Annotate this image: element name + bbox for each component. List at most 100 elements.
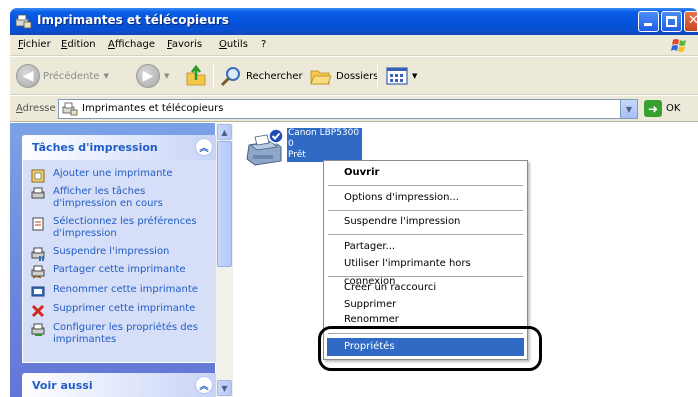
forward-arrow-icon: ▶ [136, 64, 160, 88]
preferences-icon [32, 217, 44, 231]
chevron-up-icon: ▲ [221, 127, 228, 137]
back-arrow-icon: ◀ [16, 64, 40, 88]
menu-rename[interactable]: Renommer [327, 313, 524, 325]
properties-icon [31, 323, 45, 336]
printer-label: Canon LBP5300 0 Prêt [287, 128, 363, 162]
forward-button[interactable]: ▶ ▼ [136, 62, 169, 90]
share-printer-icon [31, 265, 45, 279]
highlight-callout [318, 326, 542, 371]
menu-separator [328, 276, 523, 277]
scroll-thumb[interactable] [217, 141, 232, 267]
scroll-up-button[interactable]: ▲ [217, 124, 232, 140]
menu-affichage[interactable]: Affichage [108, 39, 155, 50]
task-label: Suspendre l'impression [53, 246, 170, 257]
maximize-icon [666, 16, 677, 27]
menu-separator [328, 210, 523, 211]
menu-edition[interactable]: Edition [61, 39, 96, 50]
menu-fichier[interactable]: Fichier [18, 39, 51, 50]
task-label: Configurer les propriétés des imprimante… [53, 322, 198, 345]
print-tasks-header[interactable]: Tâches d'impression ︽ [22, 135, 221, 160]
views-icon [386, 67, 408, 85]
folders-icon [310, 70, 332, 85]
task-label: Partager cette imprimante [53, 264, 186, 275]
print-tasks-title: Tâches d'impression [32, 141, 158, 154]
see-also-header[interactable]: Voir aussi ︽ [22, 373, 221, 397]
view-print-jobs-icon [31, 187, 45, 199]
menu-help[interactable]: ? [261, 39, 266, 50]
task-pane: Tâches d'impression ︽ Ajouter une imprim… [10, 123, 221, 397]
printer-name: Canon LBP5300 [288, 128, 360, 138]
print-tasks-panel: Ajouter une imprimante Afficher les tâch… [22, 160, 221, 363]
menu-favoris[interactable]: Favoris [167, 39, 202, 50]
task-label: Supprimer cette imprimante [53, 303, 196, 314]
menu-outils[interactable]: Outils [219, 39, 248, 50]
address-field[interactable]: Imprimantes et télécopieurs ▼ [58, 99, 638, 119]
task-share-printer[interactable]: Partager cette imprimante [31, 264, 203, 279]
menu-delete[interactable]: Supprimer [327, 296, 524, 314]
minimize-button[interactable] [638, 11, 659, 32]
address-label: Adresse [16, 103, 56, 114]
delete-icon [31, 304, 45, 318]
task-view-jobs[interactable]: Afficher les tâches d'impression en cour… [31, 186, 203, 210]
add-printer-icon [31, 169, 45, 183]
search-icon [220, 67, 240, 87]
back-dropdown-icon[interactable]: ▼ [103, 72, 108, 80]
chevron-down-icon: ▼ [221, 383, 228, 393]
task-label: Ajouter une imprimante [53, 168, 173, 179]
title-bar[interactable]: Imprimantes et télécopieurs ✕ [10, 8, 698, 35]
folders-label: Dossiers [336, 70, 379, 82]
address-value: Imprimantes et télécopieurs [82, 103, 224, 114]
menu-share[interactable]: Partager... [327, 238, 524, 256]
rename-printer-icon [31, 286, 45, 297]
address-bar: Adresse Imprimantes et télécopieurs ▼ ➜ … [10, 96, 698, 122]
collapse-chevron-icon[interactable]: ︽ [195, 376, 213, 394]
task-label: Afficher les tâches d'impression en cour… [53, 186, 163, 209]
views-button[interactable]: ▼ [386, 62, 417, 90]
menu-pause-printing[interactable]: Suspendre l'impression [327, 213, 524, 231]
printer-icon [246, 128, 284, 166]
menu-open[interactable]: Ouvrir [327, 164, 524, 182]
search-button[interactable]: Rechercher [219, 62, 303, 90]
go-label[interactable]: OK [666, 103, 680, 114]
toolbar-separator [377, 64, 378, 88]
maximize-button[interactable] [661, 11, 682, 32]
windows-logo-icon [671, 39, 686, 52]
task-label: Sélectionnez les préférences d'impressio… [53, 216, 197, 239]
window-title: Imprimantes et télécopieurs [37, 13, 229, 27]
up-folder-button[interactable] [184, 62, 208, 90]
task-pause-printing[interactable]: Suspendre l'impression [31, 246, 203, 261]
scroll-down-button[interactable]: ▼ [217, 380, 232, 396]
go-arrow-icon: ➜ [647, 101, 659, 116]
folders-button[interactable]: Dossiers [309, 62, 379, 90]
see-also-title: Voir aussi [32, 379, 93, 392]
chevron-down-icon: ▼ [625, 104, 633, 114]
printer-jobs: 0 [288, 139, 294, 149]
go-button[interactable]: ➜ [644, 100, 662, 117]
forward-dropdown-icon[interactable]: ▼ [164, 72, 169, 80]
task-add-printer[interactable]: Ajouter une imprimante [31, 168, 203, 183]
toolbar-separator [213, 64, 214, 88]
minimize-icon [644, 23, 652, 26]
menu-bar: Fichier Edition Affichage Favoris Outils… [10, 35, 698, 56]
back-button[interactable]: ◀ Précédente ▼ [16, 62, 109, 90]
collapse-chevron-icon[interactable]: ︽ [195, 138, 213, 156]
task-printer-properties[interactable]: Configurer les propriétés des imprimante… [31, 322, 203, 346]
menu-separator [328, 234, 523, 235]
menu-print-options[interactable]: Options d'impression... [327, 189, 524, 207]
back-label: Précédente [43, 70, 100, 82]
task-rename-printer[interactable]: Renommer cette imprimante [31, 284, 203, 299]
task-delete-printer[interactable]: Supprimer cette imprimante [31, 303, 203, 318]
toolbar: ◀ Précédente ▼ ▶ ▼ Rechercher Dossiers ▼ [10, 57, 698, 95]
search-label: Rechercher [246, 70, 303, 82]
close-button[interactable]: ✕ [684, 11, 698, 32]
printers-folder-icon [62, 102, 78, 116]
task-preferences[interactable]: Sélectionnez les préférences d'impressio… [31, 216, 203, 240]
menu-create-shortcut[interactable]: Créer un raccourci [327, 279, 524, 297]
address-dropdown-button[interactable]: ▼ [620, 100, 637, 118]
views-dropdown-icon[interactable]: ▼ [412, 72, 417, 80]
task-pane-scrollbar[interactable]: ▲ ▼ [216, 123, 233, 397]
menu-use-offline[interactable]: Utiliser l'imprimante hors connexion [327, 255, 524, 287]
task-label: Renommer cette imprimante [53, 284, 198, 295]
menu-separator [328, 185, 523, 186]
close-icon: ✕ [688, 13, 698, 28]
